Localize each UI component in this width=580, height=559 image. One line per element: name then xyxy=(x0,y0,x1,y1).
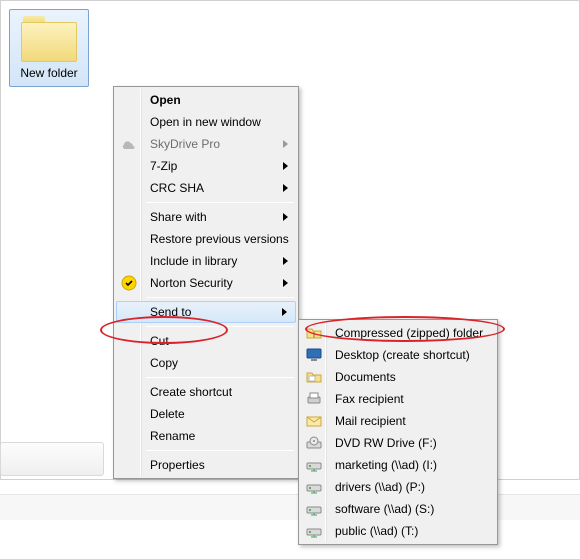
menu-skydrive-label: SkyDrive Pro xyxy=(150,137,220,151)
menu-sendto-label: Send to xyxy=(150,305,191,319)
sendto-software-label: software (\\ad) (S:) xyxy=(335,502,434,516)
separator xyxy=(146,450,294,451)
chevron-right-icon xyxy=(282,250,290,272)
menu-restore-previous[interactable]: Restore previous versions xyxy=(116,228,296,250)
sendto-public-label: public (\\ad) (T:) xyxy=(335,524,418,538)
folder-item-selected[interactable]: New folder xyxy=(9,9,89,87)
separator xyxy=(146,377,294,378)
folder-label: New folder xyxy=(12,66,86,80)
menu-open-label: Open xyxy=(150,93,181,107)
chevron-right-icon xyxy=(282,133,290,155)
sendto-net-public[interactable]: public (\\ad) (T:) xyxy=(301,520,495,542)
context-menu[interactable]: Open Open in new window SkyDrive Pro 7-Z… xyxy=(113,86,299,479)
menu-include-library[interactable]: Include in library xyxy=(116,250,296,272)
chevron-right-icon xyxy=(281,302,289,322)
menu-norton-label: Norton Security xyxy=(150,276,233,290)
sendto-desktop-label: Desktop (create shortcut) xyxy=(335,348,470,362)
folder-icon xyxy=(21,16,77,62)
menu-copy[interactable]: Copy xyxy=(116,352,296,374)
sendto-dvd-label: DVD RW Drive (F:) xyxy=(335,436,437,450)
zip-folder-icon xyxy=(305,324,323,342)
menu-delete[interactable]: Delete xyxy=(116,403,296,425)
chevron-right-icon xyxy=(282,177,290,199)
menu-share-with[interactable]: Share with xyxy=(116,206,296,228)
menu-cut[interactable]: Cut xyxy=(116,330,296,352)
shield-icon xyxy=(120,274,138,292)
menu-open-new-window[interactable]: Open in new window xyxy=(116,111,296,133)
sendto-desktop-shortcut[interactable]: Desktop (create shortcut) xyxy=(301,344,495,366)
separator xyxy=(146,202,294,203)
menu-norton-security[interactable]: Norton Security xyxy=(116,272,296,294)
network-drive-icon xyxy=(305,478,323,496)
menu-include-label: Include in library xyxy=(150,254,237,268)
chevron-right-icon xyxy=(282,155,290,177)
separator xyxy=(146,326,294,327)
network-drive-icon xyxy=(305,500,323,518)
sendto-marketing-label: marketing (\\ad) (I:) xyxy=(335,458,437,472)
sendto-documents[interactable]: Documents xyxy=(301,366,495,388)
menu-send-to[interactable]: Send to xyxy=(116,301,296,323)
menu-share-label: Share with xyxy=(150,210,207,224)
sendto-mail-recipient[interactable]: Mail recipient xyxy=(301,410,495,432)
taskbar-thumbnail xyxy=(0,442,104,476)
menu-open[interactable]: Open xyxy=(116,89,296,111)
sendto-dvd-drive[interactable]: DVD RW Drive (F:) xyxy=(301,432,495,454)
chevron-right-icon xyxy=(282,272,290,294)
sendto-documents-label: Documents xyxy=(335,370,396,384)
sendto-net-software[interactable]: software (\\ad) (S:) xyxy=(301,498,495,520)
chevron-right-icon xyxy=(282,206,290,228)
sendto-mail-label: Mail recipient xyxy=(335,414,406,428)
sendto-zip-label: Compressed (zipped) folder xyxy=(335,326,483,340)
sendto-drivers-label: drivers (\\ad) (P:) xyxy=(335,480,425,494)
desktop-icon xyxy=(305,346,323,364)
menu-crc-label: CRC SHA xyxy=(150,181,204,195)
menu-7zip-label: 7-Zip xyxy=(150,159,177,173)
sendto-fax-recipient[interactable]: Fax recipient xyxy=(301,388,495,410)
mail-icon xyxy=(305,412,323,430)
menu-7zip[interactable]: 7-Zip xyxy=(116,155,296,177)
sendto-net-drivers[interactable]: drivers (\\ad) (P:) xyxy=(301,476,495,498)
documents-icon xyxy=(305,368,323,386)
menu-create-shortcut[interactable]: Create shortcut xyxy=(116,381,296,403)
menu-crc-sha[interactable]: CRC SHA xyxy=(116,177,296,199)
network-drive-icon xyxy=(305,456,323,474)
menu-rename[interactable]: Rename xyxy=(116,425,296,447)
fax-icon xyxy=(305,390,323,408)
network-drive-icon xyxy=(305,522,323,540)
sendto-compressed-folder[interactable]: Compressed (zipped) folder xyxy=(301,322,495,344)
separator xyxy=(146,297,294,298)
sendto-fax-label: Fax recipient xyxy=(335,392,404,406)
disc-drive-icon xyxy=(305,434,323,452)
sendto-submenu[interactable]: Compressed (zipped) folder Desktop (crea… xyxy=(298,319,498,545)
menu-properties[interactable]: Properties xyxy=(116,454,296,476)
cloud-icon xyxy=(120,135,138,153)
menu-skydrive-pro[interactable]: SkyDrive Pro xyxy=(116,133,296,155)
sendto-net-marketing[interactable]: marketing (\\ad) (I:) xyxy=(301,454,495,476)
